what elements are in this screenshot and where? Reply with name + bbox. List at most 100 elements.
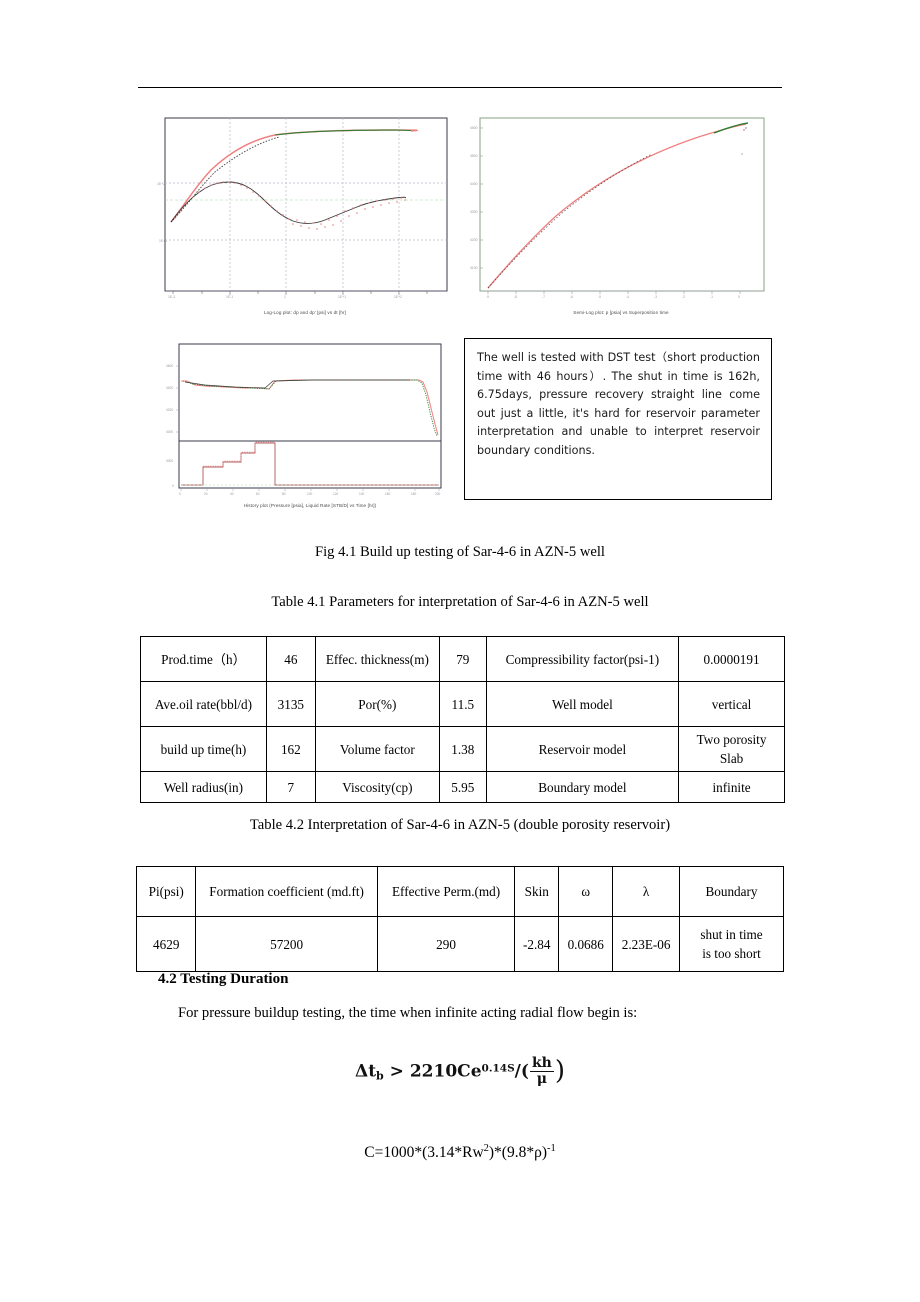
svg-text:1E+1: 1E+1 xyxy=(338,295,346,299)
section-paragraph: For pressure buildup testing, the time w… xyxy=(178,1005,638,1021)
formula-coefficient: 2210Ce xyxy=(409,1061,482,1082)
column-header: Boundary xyxy=(679,866,784,917)
svg-text:80: 80 xyxy=(282,492,286,496)
cell: 11.5 xyxy=(438,681,487,727)
formula2-sup2: -1 xyxy=(547,1143,556,1154)
table-row: Prod.time（h） 46 Effec. thickness(m) 79 C… xyxy=(140,636,785,682)
cell: vertical xyxy=(678,681,785,727)
svg-text:1E+1: 1E+1 xyxy=(159,239,167,243)
svg-text:-8: -8 xyxy=(514,295,517,299)
column-header: Formation coefficient (md.ft) xyxy=(195,866,378,917)
table41-title: Table 4.1 Parameters for interpretation … xyxy=(271,594,649,610)
svg-text:4000: 4000 xyxy=(166,430,173,434)
cell: Boundary model xyxy=(485,771,680,803)
column-header: λ xyxy=(612,866,680,917)
chart-loglog-caption: Log-Log plot: dp and dp' [psi] vs dt [hr… xyxy=(263,310,347,315)
chart-history: 4600 4400 4200 4000 3000 0 0 20 40 60 80… xyxy=(165,340,455,498)
svg-text:100: 100 xyxy=(307,492,313,496)
cell: Viscosity(cp) xyxy=(314,771,440,803)
table-row: 4629 57200 290 -2.84 0.0686 2.23E-06 shu… xyxy=(135,916,784,972)
table-parameters: Prod.time（h） 46 Effec. thickness(m) 79 C… xyxy=(140,636,785,803)
table-row: Ave.oil rate(bbl/d) 3135 Por(%) 11.5 Wel… xyxy=(140,681,785,727)
cell: 5.95 xyxy=(438,771,487,803)
column-header: Effective Perm.(md) xyxy=(376,866,516,917)
formula2-part2: )*(9.8*ρ) xyxy=(488,1144,547,1161)
svg-text:1: 1 xyxy=(284,295,286,299)
section-heading: 4.2 Testing Duration xyxy=(158,971,289,987)
cell: 7 xyxy=(265,771,316,803)
cell: 4629 xyxy=(135,916,197,972)
document-page: 1E-3 1E-1 1 1E+1 1E+2 1E+2 1E+1 Log-Log plo… xyxy=(0,0,920,1302)
cell: infinite xyxy=(678,771,785,803)
cell: -2.84 xyxy=(514,916,560,972)
cell: 2.23E-06 xyxy=(612,916,680,972)
formula-wellbore-storage: C=1000*(3.14*Rw2)*(9.8*ρ)-1 xyxy=(0,1143,920,1162)
cell: 0.0000191 xyxy=(678,636,785,682)
svg-text:0: 0 xyxy=(172,484,174,488)
cell: Prod.time（h） xyxy=(140,636,267,682)
svg-text:4200: 4200 xyxy=(470,238,478,242)
svg-text:0: 0 xyxy=(179,492,181,496)
table-interpretation: Pi(psi) Formation coefficient (md.ft) Ef… xyxy=(135,866,784,972)
formula-lhs: Δt xyxy=(355,1061,377,1082)
formula-lhs-sub: b xyxy=(376,1069,384,1083)
column-header: ω xyxy=(558,866,614,917)
cell: 3135 xyxy=(265,681,316,727)
column-header: Skin xyxy=(514,866,560,917)
svg-text:4600: 4600 xyxy=(166,364,173,368)
formula-delta-tb: Δtb > 2210Ce0.14S/(kh μ) xyxy=(0,1055,920,1087)
svg-text:120: 120 xyxy=(333,492,339,496)
formula-fraction: kh μ xyxy=(529,1055,554,1086)
svg-text:4200: 4200 xyxy=(166,408,173,412)
formula2-part1: C=1000*(3.14*Rw xyxy=(364,1144,484,1161)
svg-text:200: 200 xyxy=(435,492,441,496)
cell: build up time(h) xyxy=(140,726,267,772)
cell: Well model xyxy=(485,681,680,727)
cell: 0.0686 xyxy=(558,916,614,972)
svg-text:140: 140 xyxy=(359,492,365,496)
cell: Two porosity Slab xyxy=(678,726,785,772)
svg-text:-7: -7 xyxy=(542,295,545,299)
chart-semilog: -9 -8 -7 -6 -5 -4 -3 -2 -1 0 4600 4500 4400 4300… xyxy=(470,112,772,304)
svg-text:3000: 3000 xyxy=(166,459,173,463)
column-header: Pi(psi) xyxy=(135,866,197,917)
loglog-svg: 1E-3 1E-1 1 1E+1 1E+2 1E+2 1E+1 xyxy=(157,117,448,299)
svg-text:-6: -6 xyxy=(570,295,573,299)
svg-text:4400: 4400 xyxy=(470,182,478,186)
table-row: build up time(h) 162 Volume factor 1.38 … xyxy=(140,726,785,772)
cell: 57200 xyxy=(195,916,378,972)
svg-text:-3: -3 xyxy=(654,295,657,299)
svg-text:-1: -1 xyxy=(710,295,713,299)
table-row: Well radius(in) 7 Viscosity(cp) 5.95 Bou… xyxy=(140,771,785,803)
cell: Volume factor xyxy=(314,726,440,772)
cell: Por(%) xyxy=(314,681,440,727)
svg-text:0: 0 xyxy=(738,295,740,299)
svg-text:1E+2: 1E+2 xyxy=(394,295,402,299)
svg-text:20: 20 xyxy=(204,492,208,496)
svg-text:160: 160 xyxy=(385,492,391,496)
table42-title: Table 4.2 Interpretation of Sar-4-6 in A… xyxy=(249,817,671,833)
chart-history-caption: History plot (Pressure [psia], Liquid Ra… xyxy=(243,503,377,508)
svg-text:-5: -5 xyxy=(598,295,601,299)
cell: Effec. thickness(m) xyxy=(314,636,440,682)
formula-operator: > xyxy=(383,1061,410,1082)
svg-text:1E-3: 1E-3 xyxy=(168,295,175,299)
fraction-numerator: kh xyxy=(531,1055,552,1072)
svg-text:-4: -4 xyxy=(626,295,629,299)
cell: 46 xyxy=(265,636,316,682)
svg-text:4600: 4600 xyxy=(470,126,478,130)
cell: Well radius(in) xyxy=(140,771,267,803)
cell: shut in time is too short xyxy=(679,916,784,972)
cell: Compressibility factor(psi-1) xyxy=(485,636,680,682)
svg-text:4300: 4300 xyxy=(470,210,478,214)
note-textbox: The well is tested with DST test（short p… xyxy=(464,338,772,500)
semilog-svg: -9 -8 -7 -6 -5 -4 -3 -2 -1 0 4600 4500 4400 4300… xyxy=(470,117,765,299)
fraction-denominator: μ xyxy=(529,1070,554,1086)
cell: 162 xyxy=(265,726,316,772)
table-header-row: Pi(psi) Formation coefficient (md.ft) Ef… xyxy=(135,866,784,917)
cell: 79 xyxy=(438,636,487,682)
svg-text:4100: 4100 xyxy=(470,266,478,270)
header-rule xyxy=(138,87,782,88)
formula-exponent: 0.14S xyxy=(481,1062,515,1075)
figure-title: Fig 4.1 Build up testing of Sar-4-6 in A… xyxy=(315,544,605,560)
